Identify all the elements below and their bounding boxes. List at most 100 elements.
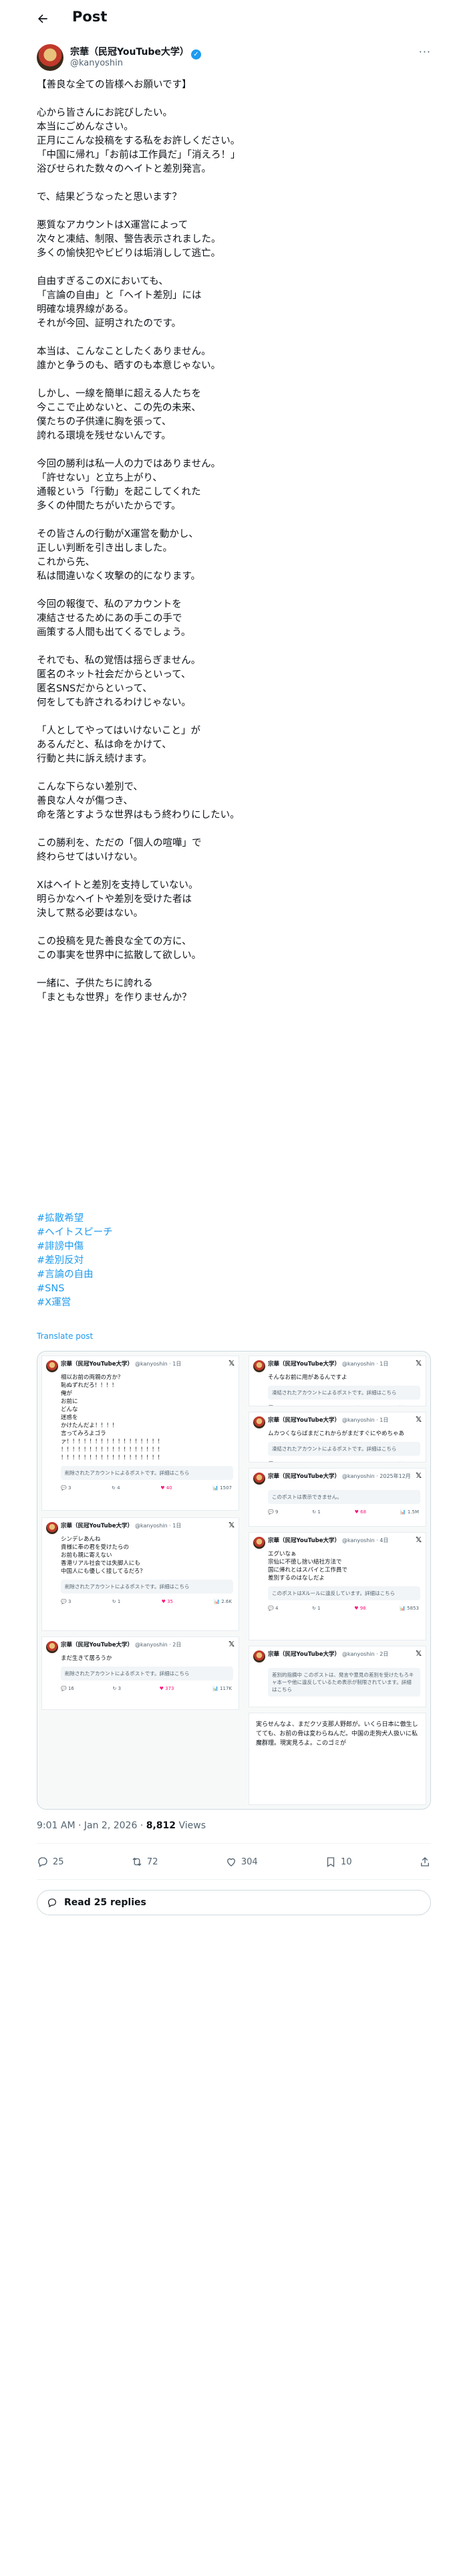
reply-count: 25 — [53, 1856, 64, 1867]
mini-stat: 💬 3 — [61, 1485, 71, 1491]
mini-stats: 💬 3 ↻ 4 ♥ 40 📊 1507 — [42, 1483, 239, 1493]
mini-avatar — [46, 1522, 58, 1534]
mini-stat: ♥ 9 — [356, 1405, 365, 1406]
mini-stat-value: 10 — [360, 1461, 366, 1462]
mini-stat-icon: ♥ — [161, 1599, 166, 1604]
mini-stat: ↻ 1 — [312, 1509, 321, 1515]
mini-stat: 💬 16 — [61, 1686, 74, 1691]
mini-author: 宗華（民冠YouTube大学） @kanyoshin · 2日 — [61, 1641, 181, 1649]
screenshot-3: 宗華（民冠YouTube大学） @kanyoshin · 2日 𝕏 まだ生きて居ろう… — [41, 1636, 239, 1710]
share-button[interactable] — [419, 1856, 431, 1868]
bookmark-icon — [327, 1857, 335, 1868]
mini-author: 宗華（民冠YouTube大学） @kanyoshin · 1日 — [61, 1522, 181, 1530]
author-name[interactable]: 宗華（民冠YouTube大学） ✓ — [70, 45, 201, 60]
translate-post-link[interactable]: Translate post — [37, 1331, 93, 1341]
screenshot-9-text: 実らせんなよ、まだクソ支那人野郎が。いくら日本に傲生してても、お前の骨は変わらね… — [256, 1721, 418, 1747]
mini-stat-icon: ♥ — [354, 1461, 358, 1462]
mini-post-text: 相以お前の両親の方か？ 恥ぬずれだろ！！！！ 俺が お前に どんな 迷惑を かけ… — [61, 1374, 164, 1461]
author-handle[interactable]: @kanyoshin — [70, 58, 123, 68]
mini-stat-value: 16 — [67, 1686, 74, 1691]
mini-author: 宗華（民冠YouTube大学） @kanyoshin · 1日 — [61, 1360, 181, 1368]
hashtag-link[interactable]: #誹謗中傷 — [37, 1240, 304, 1254]
post-paragraph: しかし、一線を簡単に超える人たちを 今ここで止めないと、この先の未来、 僕たちの… — [37, 389, 202, 441]
mini-stat-value: 1 — [317, 1606, 321, 1611]
hashtag-link[interactable]: #SNS — [37, 1282, 304, 1296]
mini-stat: 📊 117K — [212, 1686, 232, 1691]
divider — [37, 1879, 431, 1880]
mini-stat-icon: 💬 — [268, 1606, 274, 1611]
mini-stat: ↻ 1 — [312, 1461, 321, 1462]
hashtag-link[interactable]: #X運営 — [37, 1296, 304, 1310]
mini-avatar — [253, 1473, 265, 1485]
screenshot-header: 宗華（民冠YouTube大学） @kanyoshin · 1日 — [42, 1518, 239, 1535]
mini-author-name: 宗華（民冠YouTube大学） — [61, 1642, 134, 1648]
mini-stat: ♥ 35 — [162, 1599, 173, 1604]
screenshot-7: 宗華（民冠YouTube大学） @kanyoshin · 4日 𝕏 エグいなぁ 宗仙… — [249, 1532, 426, 1640]
mini-stats: 💬 3 ↻ 1 ♥ 35 📊 2.6K — [42, 1596, 239, 1607]
mini-post-text: シンデレあんね 貴様に奉の君を受けたらの お前も親に寄えない 香港リアル社会では… — [61, 1536, 146, 1575]
mini-notice: 凍結されたアカウントによるポストです。詳細はこちら — [268, 1386, 420, 1400]
mini-stat: ♥ 10 — [354, 1461, 366, 1462]
mini-stat-icon: ↻ — [112, 1599, 116, 1604]
mini-avatar — [253, 1360, 265, 1372]
mini-handle: @kanyoshin · 1日 — [135, 1361, 182, 1367]
screenshot-header: 宗華（民冠YouTube大学） @kanyoshin · 2日 — [42, 1637, 239, 1654]
mini-stats: 💬 4 ↻ 1 ♥ 98 📊 5853 — [249, 1603, 426, 1614]
post-paragraph: 心から皆さんにお詫びしたい。 本当にごめんなさい。 正月にこんな投稿をする私をお… — [37, 108, 241, 175]
post-text: 【善良な全ての皆様へお願いです】 心から皆さんにお詫びしたい。 本当にごめんなさい… — [37, 78, 431, 1019]
mini-stat-icon: 💬 — [61, 1599, 67, 1604]
mini-author-name: 宗華（民冠YouTube大学） — [268, 1473, 341, 1480]
mini-stat-value: 1 — [317, 1509, 321, 1515]
hashtag-link[interactable]: #言論の自由 — [37, 1268, 304, 1282]
bookmark-count: 10 — [341, 1856, 352, 1867]
post-paragraph: こんな下らない差別で、 善良な人々が傷つき、 命を落とすような世界はもう終わりに… — [37, 782, 240, 821]
screenshot-4: 宗華（民冠YouTube大学） @kanyoshin · 1日 𝕏 そんなお前に用が… — [249, 1356, 426, 1406]
post-paragraph: 「人としてやってはいけないこと」が あるんだと、私は命をかけて、 行動と共に訴え… — [37, 726, 201, 764]
mini-post-text: まだ生きて居ろうか — [61, 1655, 112, 1662]
mini-stat-value: 68 — [360, 1509, 367, 1515]
mini-handle: @kanyoshin · 2日 — [342, 1651, 389, 1657]
read-replies-button[interactable]: Read 25 replies — [37, 1890, 431, 1915]
mini-post-text: そんなお前に用があるんですよ — [268, 1374, 347, 1381]
mini-stat-icon: 💬 — [268, 1405, 274, 1406]
like-button[interactable]: 304 — [225, 1856, 258, 1868]
screenshot-header: 宗華（民冠YouTube大学） @kanyoshin · 2025年12月 — [249, 1469, 426, 1486]
mini-stat-icon: ↻ — [112, 1686, 117, 1691]
mini-stat: ♥ 373 — [160, 1686, 174, 1691]
hashtag-link[interactable]: #拡散希望 — [37, 1212, 304, 1226]
mini-notice: 削除されたアカウントによるポストです。詳細はこちら — [61, 1667, 233, 1681]
screenshot-2: 宗華（民冠YouTube大学） @kanyoshin · 1日 𝕏 シンデレあんね … — [41, 1517, 239, 1631]
mini-stat-icon: ↻ — [312, 1606, 316, 1611]
post-paragraph: 自由すぎるこのXにおいても、 「言論の自由」と「ヘイト差別」には 明確な境界線が… — [37, 276, 202, 329]
mini-stat-value: 3 — [67, 1599, 71, 1604]
hashtag-link[interactable]: #ヘイトスピーチ — [37, 1226, 304, 1240]
like-count: 304 — [241, 1856, 258, 1867]
media-image[interactable]: 宗華（民冠YouTube大学） @kanyoshin · 1日 𝕏 相以お前の両親の… — [37, 1351, 431, 1810]
mini-stat-value: 1 — [117, 1599, 121, 1604]
reply-button[interactable]: 25 — [37, 1856, 64, 1868]
avatar[interactable] — [37, 44, 63, 71]
author-name-text[interactable]: 宗華（民冠YouTube大学） — [70, 47, 189, 58]
share-icon — [421, 1857, 429, 1866]
mini-stat: 📊 1586 — [400, 1405, 419, 1406]
mini-stat-value: 40 — [166, 1485, 172, 1491]
mini-stat-icon: ♥ — [354, 1509, 359, 1515]
verified-badge-icon: ✓ — [190, 49, 201, 60]
top-bar: Post — [0, 0, 451, 37]
repost-button[interactable]: 72 — [131, 1856, 158, 1868]
mini-stat: 📊 1098 — [400, 1461, 419, 1462]
back-arrow-icon[interactable] — [35, 11, 51, 27]
mini-stat-value: 1.5M — [407, 1509, 419, 1515]
mini-stat-value: 3 — [275, 1461, 278, 1462]
hashtag-link[interactable]: #差別反対 — [37, 1254, 304, 1268]
bookmark-button[interactable]: 10 — [325, 1856, 352, 1868]
mini-avatar — [253, 1416, 265, 1428]
mini-stat-value: 98 — [359, 1606, 366, 1611]
mini-stat-value: 1507 — [220, 1485, 232, 1491]
timestamp-text[interactable]: 9:01 AM · Jan 2, 2026 · — [37, 1820, 146, 1831]
mini-stat: 💬 3 — [61, 1599, 71, 1604]
post-paragraph: 今回の勝利は私一人の力ではありません。 「許せない」と立ち上がり、 通報という「… — [37, 459, 221, 512]
mini-stat-icon: 📊 — [400, 1509, 406, 1515]
more-options-icon[interactable]: ··· — [419, 45, 431, 58]
mini-author-name: 宗華（民冠YouTube大学） — [268, 1537, 341, 1544]
